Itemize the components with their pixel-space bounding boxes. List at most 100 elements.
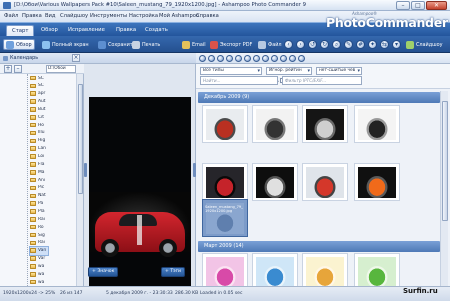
status-bar: 1920x1200x24 -> 25% 26 из 147 5 декабря … bbox=[0, 286, 450, 301]
left-collapse-handle[interactable] bbox=[84, 163, 87, 177]
menu-slideshow[interactable]: Слайдшоу bbox=[60, 13, 88, 19]
favorites-icon[interactable] bbox=[280, 55, 287, 62]
info-icon[interactable] bbox=[289, 55, 296, 62]
thumbnail[interactable] bbox=[354, 105, 400, 143]
menu-edit[interactable]: Правка bbox=[22, 13, 42, 19]
tab-create[interactable]: Создать bbox=[140, 25, 173, 36]
group-header-dec-2009[interactable]: Декабрь 2009 (9) bbox=[198, 92, 440, 103]
folder-scrollbar[interactable] bbox=[76, 74, 83, 286]
remove-folder-button[interactable]: – bbox=[14, 65, 22, 73]
refresh-icon[interactable] bbox=[226, 55, 233, 62]
effects-icon[interactable]: ✦ bbox=[368, 40, 377, 49]
tab-browse[interactable]: Обзор bbox=[36, 25, 63, 36]
thumbnail[interactable] bbox=[202, 105, 248, 143]
browse-icon bbox=[6, 40, 14, 49]
folder-label: Lan bbox=[38, 146, 46, 152]
thumbnail[interactable] bbox=[302, 105, 348, 143]
home-icon[interactable] bbox=[235, 55, 242, 62]
back-icon[interactable] bbox=[199, 55, 206, 62]
folder-panel-header: Календарь × bbox=[0, 53, 84, 64]
folder-item[interactable]: wa bbox=[30, 278, 48, 286]
thumbnail-button[interactable]: + Значок bbox=[88, 267, 119, 277]
thumbnail-image bbox=[206, 167, 244, 198]
thumbnail[interactable] bbox=[354, 163, 400, 201]
forward-nav-icon[interactable]: › bbox=[296, 40, 305, 49]
maximize-button[interactable]: □ bbox=[411, 1, 425, 10]
thumbnail-image bbox=[358, 167, 396, 198]
crop-icon[interactable]: # bbox=[356, 40, 365, 49]
calendar-tab[interactable]: Календарь bbox=[10, 55, 38, 61]
forward-icon[interactable] bbox=[208, 55, 215, 62]
folder-scrollbar-thumb[interactable] bbox=[78, 84, 83, 194]
navigation-bar bbox=[196, 53, 450, 64]
search-input[interactable]: Найти... bbox=[200, 76, 278, 85]
close-button[interactable]: ✕ bbox=[426, 1, 447, 10]
menu-tools[interactable]: Инструменты bbox=[90, 13, 127, 19]
folder-label: Rai bbox=[38, 240, 45, 246]
slideshow-button[interactable]: Слайдшоу bbox=[404, 39, 444, 50]
minimize-button[interactable]: – bbox=[396, 1, 410, 10]
thumbnail[interactable] bbox=[252, 105, 298, 143]
thumbnail-scrollbar[interactable] bbox=[440, 91, 448, 286]
folder-label: Fla bbox=[38, 161, 45, 167]
type-filter-select[interactable]: Все типы bbox=[200, 67, 262, 75]
filter-icon[interactable] bbox=[271, 55, 278, 62]
tab-edit[interactable]: Правка bbox=[111, 25, 141, 36]
tab-fix[interactable]: Исправление bbox=[63, 25, 110, 36]
thumbnail[interactable] bbox=[252, 163, 298, 201]
flip-icon[interactable]: ⇆ bbox=[380, 40, 389, 49]
export-pdf-label: Экспорт PDF bbox=[220, 41, 253, 48]
thumb-size-icon[interactable] bbox=[253, 55, 260, 62]
folder-label: Vari bbox=[38, 248, 47, 254]
folder-label: Rai bbox=[38, 216, 45, 222]
folder-icon bbox=[30, 130, 36, 136]
menu-file[interactable]: Файл bbox=[4, 13, 18, 19]
add-folder-button[interactable]: + bbox=[4, 65, 12, 73]
menu-help[interactable]: Справка bbox=[196, 13, 219, 19]
tab-start[interactable]: Старт bbox=[6, 25, 35, 36]
rotate-right-icon[interactable]: ↻ bbox=[320, 40, 329, 49]
folder-label: SC bbox=[38, 75, 44, 81]
print-button[interactable]: Печать bbox=[130, 39, 162, 50]
options-icon[interactable]: ▾ bbox=[392, 40, 401, 49]
thumbnail[interactable]: Saleen_mustang_79_1920x1200.jpg bbox=[202, 199, 248, 237]
fullscreen-label: Полный экран bbox=[52, 41, 89, 48]
tags-button[interactable]: + Тэги bbox=[161, 267, 186, 277]
panel-close-icon[interactable]: × bbox=[72, 54, 80, 62]
file-label: Файл bbox=[268, 41, 282, 48]
back-nav-icon[interactable]: ‹ bbox=[284, 40, 293, 49]
iptc-filter-input[interactable]: Фильтр IPTC/EXIF... bbox=[282, 76, 362, 85]
thumbnail[interactable] bbox=[202, 163, 248, 201]
menu-my-ashampoo[interactable]: Мой Ashampoo bbox=[159, 13, 199, 19]
path-selector[interactable]: D:\Обои bbox=[46, 65, 76, 73]
sort-icon[interactable] bbox=[262, 55, 269, 62]
group-header-mar-2009[interactable]: Март 2009 (14) bbox=[198, 241, 440, 252]
rotate-left-icon[interactable]: ↺ bbox=[308, 40, 317, 49]
thumbnail-image bbox=[358, 257, 396, 288]
export-pdf-button[interactable]: Экспорт PDF bbox=[208, 39, 254, 50]
settings-icon[interactable] bbox=[298, 55, 305, 62]
print-label: Печать bbox=[142, 41, 161, 48]
zoom-icon[interactable]: ⌕ bbox=[332, 40, 341, 49]
email-button[interactable]: Email bbox=[180, 39, 208, 50]
thumbnail-scrollbar-thumb[interactable] bbox=[442, 101, 448, 221]
folder-label: SC bbox=[38, 83, 44, 89]
fullscreen-icon bbox=[42, 40, 50, 49]
up-icon[interactable] bbox=[217, 55, 224, 62]
thumbnail-image bbox=[256, 167, 294, 198]
folder-icon bbox=[30, 272, 36, 277]
thumbnail[interactable] bbox=[302, 163, 348, 201]
menu-settings[interactable]: Настройка bbox=[129, 13, 158, 19]
view-icon[interactable] bbox=[244, 55, 251, 62]
folder-label: Nat bbox=[38, 193, 46, 199]
car-stripe bbox=[137, 215, 142, 245]
folder-icon bbox=[30, 115, 36, 120]
stitch-select[interactable]: нет-сшитые чев bbox=[316, 67, 362, 75]
tree-line bbox=[27, 74, 28, 286]
rating-select[interactable]: Игнор. рейтин bbox=[266, 67, 312, 75]
file-button[interactable]: Файл bbox=[256, 39, 284, 50]
edit-icon[interactable]: ✎ bbox=[344, 40, 353, 49]
fullscreen-button[interactable]: Полный экран bbox=[40, 39, 91, 50]
browse-button[interactable]: Обзор bbox=[3, 39, 35, 50]
menu-view[interactable]: Вид bbox=[45, 13, 56, 19]
